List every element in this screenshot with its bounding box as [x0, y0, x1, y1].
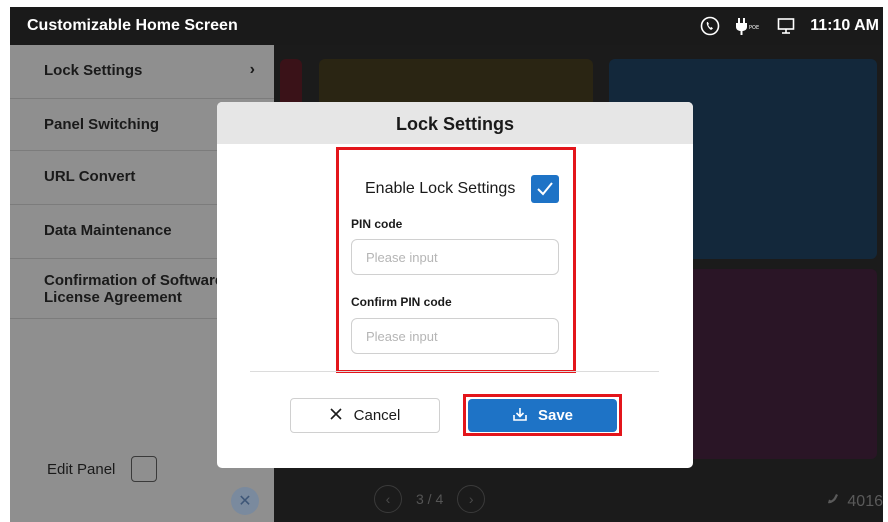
desktop-monitor-icon [776, 16, 796, 36]
sidebar-item-label: Panel Switching [44, 116, 160, 133]
cancel-button[interactable]: Cancel [290, 398, 440, 433]
dialog-title: Lock Settings [395, 114, 515, 134]
sidebar-item-label: Lock Settings [44, 62, 143, 79]
device-screen: Customizable Home Screen POE 11:10 AM ‹ … [10, 7, 883, 522]
confirm-pin-label: Confirm PIN code [351, 295, 452, 309]
enable-lock-label: Enable Lock Settings [365, 180, 516, 197]
clock: 11:10 AM [810, 17, 879, 34]
enable-lock-row: Enable Lock Settings [365, 175, 560, 203]
edit-panel-row: Edit Panel [47, 456, 158, 482]
poe-label: POE [749, 25, 759, 31]
handset-icon [825, 491, 841, 512]
confirm-pin-input[interactable] [351, 318, 559, 354]
edit-panel-label: Edit Panel [47, 460, 116, 478]
dialog-header: Lock Settings [217, 102, 693, 144]
sidebar-item-label: Data Maintenance [44, 222, 172, 239]
status-indicators: POE 11:10 AM [700, 16, 879, 36]
app-title: Customizable Home Screen [27, 17, 238, 34]
enable-lock-checkbox[interactable] [531, 175, 560, 203]
extension-number: 4016 [847, 492, 883, 510]
previous-page-button[interactable]: ‹ [374, 485, 402, 513]
download-icon [512, 406, 528, 426]
cancel-button-label: Cancel [353, 407, 401, 424]
extension-display: 4016 [825, 491, 883, 512]
sidebar-item-lock-settings[interactable]: Lock Settings › [10, 45, 274, 99]
poe-power-icon: POE [734, 16, 762, 36]
pin-code-label: PIN code [351, 217, 403, 231]
checkmark-icon [537, 182, 554, 196]
edit-panel-checkbox[interactable] [131, 456, 158, 482]
close-icon: ✕ [238, 493, 252, 510]
sidebar-item-label: Confirmation of Software License Agreeme… [44, 272, 224, 306]
chevron-right-icon: › [249, 61, 255, 78]
next-page-button[interactable]: › [457, 485, 486, 513]
status-bar: Customizable Home Screen POE 11:10 AM [10, 7, 883, 45]
sidebar-item-label: URL Convert [44, 168, 136, 185]
dialog-divider [250, 371, 659, 372]
page-pager: ‹ 3 / 4 › [374, 485, 486, 513]
phone-icon [700, 16, 720, 36]
pin-code-input[interactable] [351, 239, 559, 275]
save-button[interactable]: Save [468, 399, 617, 432]
page-indicator: 3 / 4 [416, 491, 444, 507]
save-button-label: Save [537, 407, 574, 424]
close-icon [330, 407, 342, 424]
lock-settings-dialog: Lock Settings Enable Lock Settings PIN c… [217, 102, 693, 468]
close-panel-button[interactable]: ✕ [231, 487, 259, 515]
